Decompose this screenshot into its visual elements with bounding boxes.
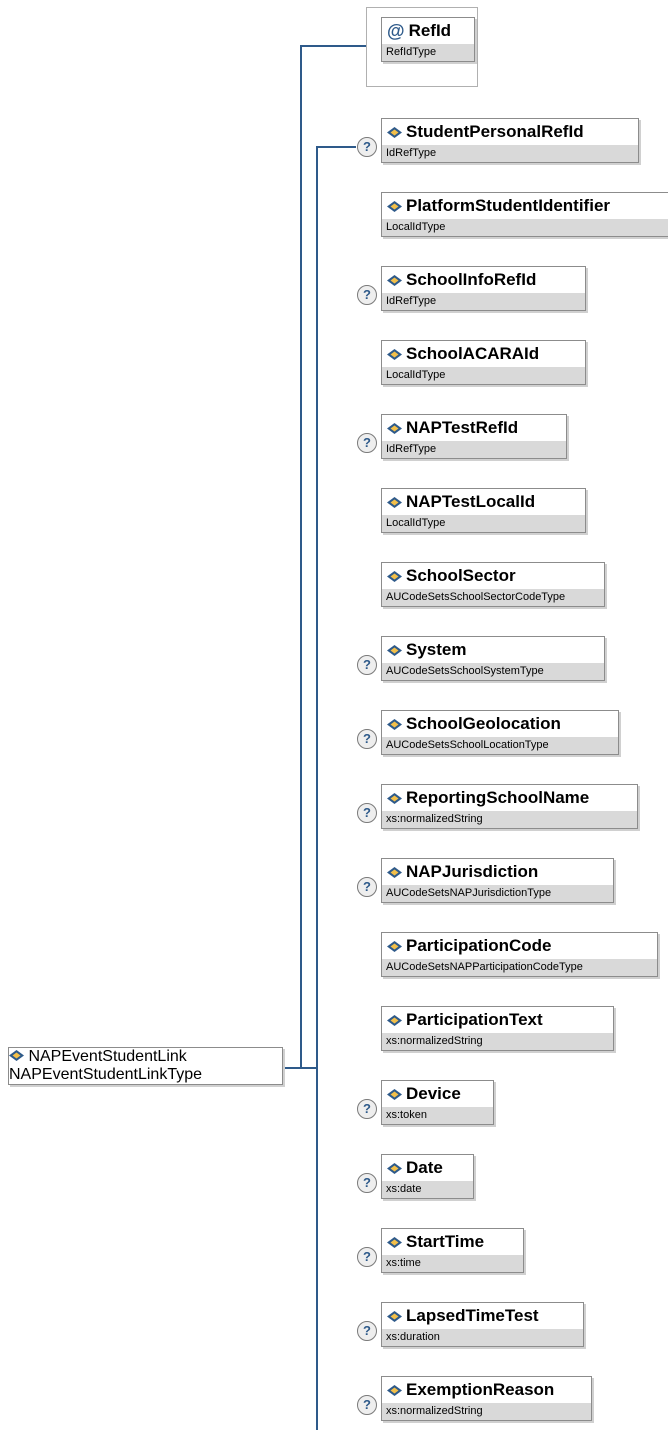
optional-question-icon: ? bbox=[357, 137, 377, 157]
sequence-spine bbox=[316, 146, 318, 1430]
root-element-name: NAPEventStudentLink bbox=[28, 1048, 187, 1065]
element-type: AUCodeSetsNAPJurisdictionType bbox=[382, 885, 613, 902]
element-name: NAPTestRefId bbox=[406, 418, 519, 437]
element-icon bbox=[387, 570, 402, 582]
element-name: Device bbox=[406, 1084, 461, 1103]
element-name: ParticipationText bbox=[406, 1010, 543, 1029]
element-node-platformstudentidentifier[interactable]: PlatformStudentIdentifier LocalIdType bbox=[381, 192, 668, 237]
element-type: xs:token bbox=[382, 1107, 493, 1124]
element-type: LocalIdType bbox=[382, 515, 585, 532]
element-icon bbox=[387, 866, 402, 878]
element-node-system[interactable]: System AUCodeSetsSchoolSystemType bbox=[381, 636, 605, 681]
optional-question-icon: ? bbox=[357, 655, 377, 675]
optional-question-icon: ? bbox=[357, 1173, 377, 1193]
element-icon bbox=[387, 1310, 402, 1322]
root-element-node[interactable]: NAPEventStudentLink NAPEventStudentLinkT… bbox=[8, 1047, 283, 1085]
element-icon bbox=[387, 422, 402, 434]
optional-question-icon: ? bbox=[357, 1247, 377, 1267]
element-icon bbox=[387, 1384, 402, 1396]
element-node-date[interactable]: Date xs:date bbox=[381, 1154, 474, 1199]
root-connector bbox=[282, 1067, 318, 1069]
element-node-studentpersonalrefid[interactable]: StudentPersonalRefId IdRefType bbox=[381, 118, 639, 163]
element-icon bbox=[387, 200, 402, 212]
attribute-node[interactable]: @ RefId RefIdType bbox=[381, 17, 475, 62]
element-icon bbox=[387, 126, 402, 138]
element-name: SchoolGeolocation bbox=[406, 714, 561, 733]
element-type: IdRefType bbox=[382, 441, 566, 458]
element-name: StudentPersonalRefId bbox=[406, 122, 584, 141]
element-name: SchoolACARAId bbox=[406, 344, 540, 363]
element-icon bbox=[9, 1050, 24, 1061]
element-type: AUCodeSetsSchoolSectorCodeType bbox=[382, 589, 604, 606]
optional-question-icon: ? bbox=[357, 1099, 377, 1119]
optional-question-icon: ? bbox=[357, 729, 377, 749]
element-node-naptestrefid[interactable]: NAPTestRefId IdRefType bbox=[381, 414, 567, 459]
element-icon bbox=[387, 496, 402, 508]
element-node-reportingschoolname[interactable]: ReportingSchoolName xs:normalizedString bbox=[381, 784, 638, 829]
optional-question-icon: ? bbox=[357, 285, 377, 305]
element-node-exemptionreason[interactable]: ExemptionReason xs:normalizedString bbox=[381, 1376, 592, 1421]
element-icon bbox=[387, 1014, 402, 1026]
element-node-schoolsector[interactable]: SchoolSector AUCodeSetsSchoolSectorCodeTy… bbox=[381, 562, 605, 607]
element-name: SchoolSector bbox=[406, 566, 516, 585]
element-icon bbox=[387, 792, 402, 804]
element-type: xs:normalizedString bbox=[382, 811, 637, 828]
element-icon bbox=[387, 940, 402, 952]
element-icon bbox=[387, 1162, 402, 1174]
element-node-schoolacaraid[interactable]: SchoolACARAId LocalIdType bbox=[381, 340, 586, 385]
optional-question-icon: ? bbox=[357, 1321, 377, 1341]
element-name: Date bbox=[406, 1158, 443, 1177]
element-name: System bbox=[406, 640, 467, 659]
element-node-naptestlocalid[interactable]: NAPTestLocalId LocalIdType bbox=[381, 488, 586, 533]
element-icon bbox=[387, 718, 402, 730]
element-node-schoolgeolocation[interactable]: SchoolGeolocation AUCodeSetsSchoolLocatio… bbox=[381, 710, 619, 755]
element-name: SchoolInfoRefId bbox=[406, 270, 537, 289]
element-type: AUCodeSetsSchoolLocationType bbox=[382, 737, 618, 754]
element-type: LocalIdType bbox=[382, 367, 585, 384]
element-type: AUCodeSetsNAPParticipationCodeType bbox=[382, 959, 657, 976]
element-type: IdRefType bbox=[382, 145, 638, 162]
element-name: ReportingSchoolName bbox=[406, 788, 590, 807]
element-type: AUCodeSetsSchoolSystemType bbox=[382, 663, 604, 680]
attribute-type: RefIdType bbox=[382, 44, 474, 61]
root-element-type: NAPEventStudentLinkType bbox=[9, 1066, 203, 1083]
element-type: LocalIdType bbox=[382, 219, 668, 236]
element-type: xs:normalizedString bbox=[382, 1403, 591, 1420]
optional-question-icon: ? bbox=[357, 877, 377, 897]
element-node-starttime[interactable]: StartTime xs:time bbox=[381, 1228, 524, 1273]
element-icon bbox=[387, 1236, 402, 1248]
element-node-schoolinforefid[interactable]: SchoolInfoRefId IdRefType bbox=[381, 266, 586, 311]
element-name: PlatformStudentIdentifier bbox=[406, 196, 611, 215]
element-type: IdRefType bbox=[382, 293, 585, 310]
element-node-participationtext[interactable]: ParticipationText xs:normalizedString bbox=[381, 1006, 614, 1051]
element-node-participationcode[interactable]: ParticipationCode AUCodeSetsNAPParticipat… bbox=[381, 932, 658, 977]
element-node-napjurisdiction[interactable]: NAPJurisdiction AUCodeSetsNAPJurisdiction… bbox=[381, 858, 614, 903]
element-icon bbox=[387, 348, 402, 360]
attribute-name: RefId bbox=[408, 21, 452, 40]
attribute-connector-horizontal bbox=[300, 45, 366, 47]
attribute-connector-vertical bbox=[300, 45, 302, 1067]
optional-question-icon: ? bbox=[357, 803, 377, 823]
element-name: NAPTestLocalId bbox=[406, 492, 536, 511]
attribute-at-icon: @ bbox=[387, 21, 405, 41]
optional-question-icon: ? bbox=[357, 433, 377, 453]
element-node-lapsedtimetest[interactable]: LapsedTimeTest xs:duration bbox=[381, 1302, 584, 1347]
element-type: xs:normalizedString bbox=[382, 1033, 613, 1050]
sequence-top-connector bbox=[316, 146, 356, 148]
element-name: ExemptionReason bbox=[406, 1380, 555, 1399]
element-icon bbox=[387, 1088, 402, 1100]
element-icon bbox=[387, 644, 402, 656]
element-type: xs:time bbox=[382, 1255, 523, 1272]
element-icon bbox=[387, 274, 402, 286]
optional-question-icon: ? bbox=[357, 1395, 377, 1415]
element-type: xs:duration bbox=[382, 1329, 583, 1346]
element-name: LapsedTimeTest bbox=[406, 1306, 539, 1325]
element-name: ParticipationCode bbox=[406, 936, 552, 955]
element-node-device[interactable]: Device xs:token bbox=[381, 1080, 494, 1125]
element-name: NAPJurisdiction bbox=[406, 862, 539, 881]
element-name: StartTime bbox=[406, 1232, 485, 1251]
element-type: xs:date bbox=[382, 1181, 473, 1198]
